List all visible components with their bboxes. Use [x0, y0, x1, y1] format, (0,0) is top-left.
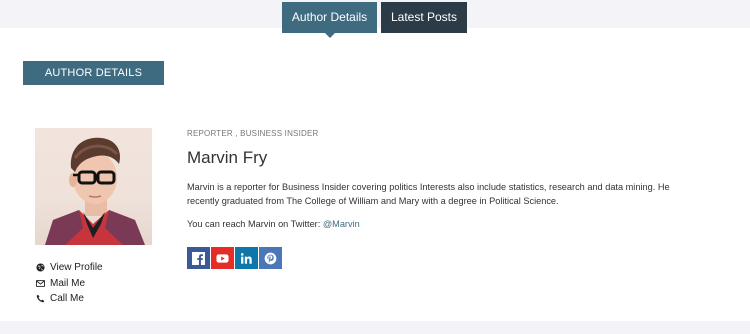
author-avatar: [35, 128, 152, 245]
contact-link-label: View Profile: [50, 262, 103, 274]
youtube-button[interactable]: [211, 247, 234, 269]
active-tab-caret: [324, 33, 335, 38]
author-card: AUTHOR DETAILS View Profile Mail Me Call…: [0, 28, 750, 321]
reach-text: You can reach Marvin on Twitter:: [187, 219, 323, 229]
author-bio: Marvin is a reporter for Business Inside…: [187, 182, 670, 206]
linkedin-icon: [240, 252, 252, 264]
view-profile-link[interactable]: View Profile: [36, 260, 103, 276]
author-role: REPORTER , BUSINESS INSIDER: [187, 129, 319, 138]
contact-link-label: Mail Me: [50, 277, 86, 289]
social-links: [187, 247, 282, 269]
facebook-button[interactable]: [187, 247, 210, 269]
globe-icon: [36, 263, 45, 272]
tab-author-details[interactable]: Author Details: [282, 2, 377, 38]
mail-me-link[interactable]: Mail Me: [36, 276, 103, 292]
pinterest-button[interactable]: [259, 247, 282, 269]
phone-icon: [36, 294, 45, 303]
tab-label: Author Details: [291, 10, 368, 24]
pinterest-icon: [264, 252, 277, 264]
section-title: AUTHOR DETAILS: [23, 61, 164, 85]
youtube-icon: [216, 253, 229, 263]
tab-label: Latest Posts: [390, 10, 458, 24]
linkedin-button[interactable]: [235, 247, 258, 269]
twitter-handle-link[interactable]: @Marvin: [323, 219, 360, 229]
tabs-bar: Author Details Latest Posts: [282, 2, 467, 38]
author-reach-line: You can reach Marvin on Twitter: @Marvin: [187, 219, 360, 229]
contact-links: View Profile Mail Me Call Me: [36, 260, 103, 307]
contact-link-label: Call Me: [50, 293, 84, 305]
mail-icon: [36, 279, 45, 287]
tab-latest-posts[interactable]: Latest Posts: [381, 2, 467, 33]
facebook-icon: [192, 251, 205, 265]
author-name: Marvin Fry: [187, 148, 268, 167]
call-me-link[interactable]: Call Me: [36, 291, 103, 307]
